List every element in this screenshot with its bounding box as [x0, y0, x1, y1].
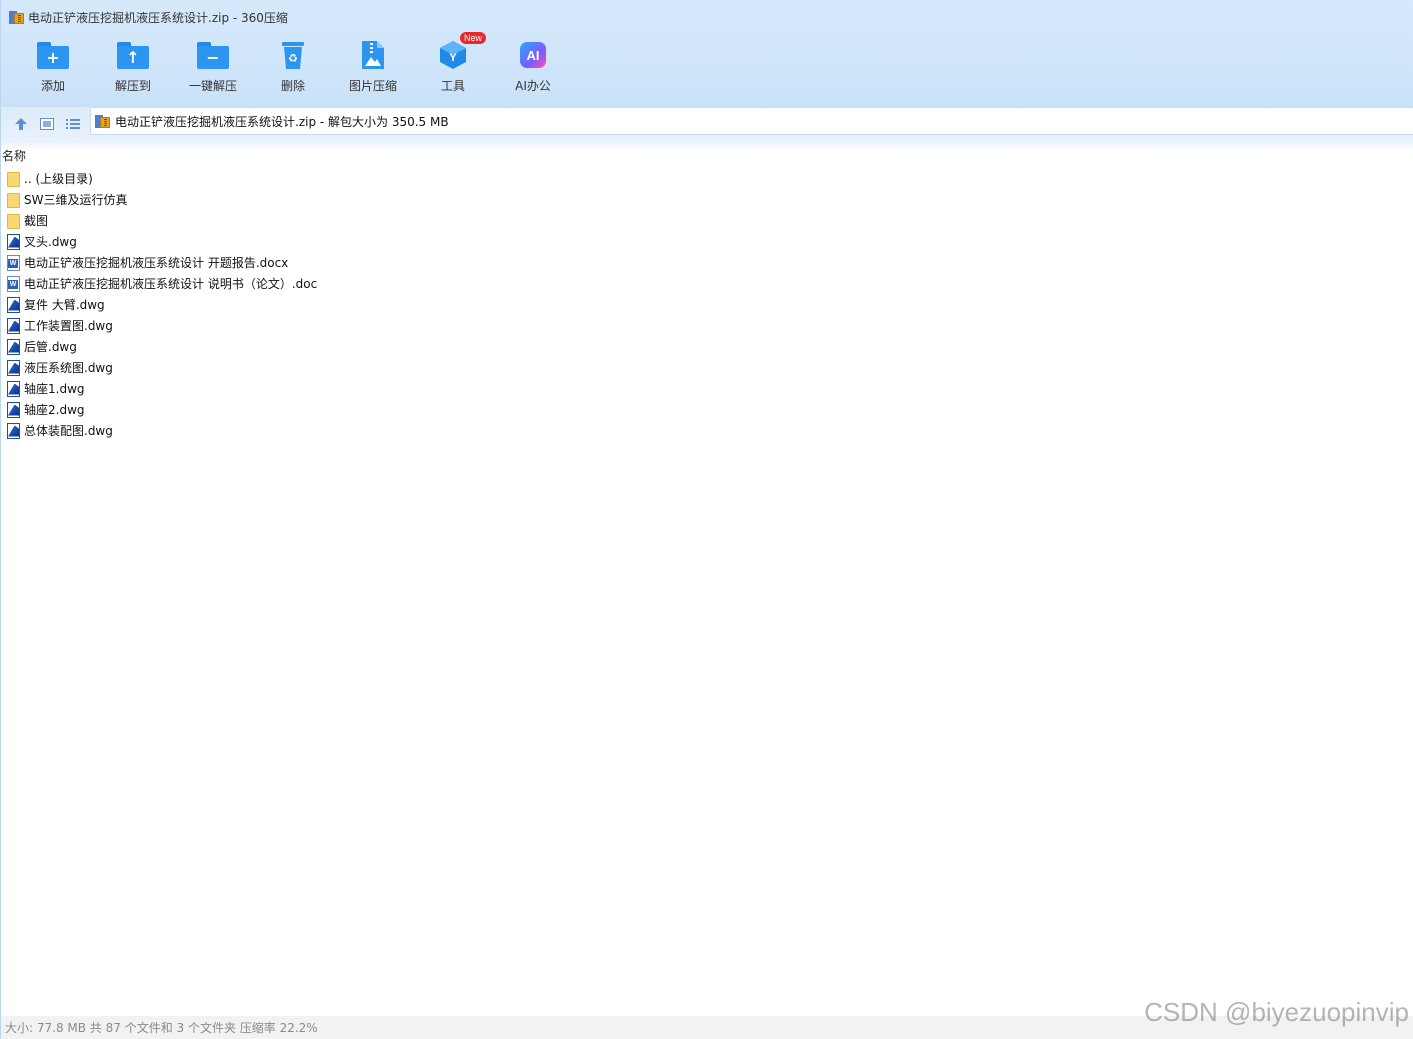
- toolbar-button-2[interactable]: − 一键解压: [173, 38, 253, 98]
- file-name: 叉头.dwg: [24, 235, 77, 249]
- word-document-icon: W: [6, 254, 21, 271]
- navigation-bar: 电动正铲液压挖掘机液压系统设计.zip - 解包大小为 350.5 MB: [1, 107, 1413, 143]
- toolbar-button-label: 删除: [280, 79, 305, 93]
- tools-icon: Y New: [436, 32, 486, 72]
- file-row[interactable]: W 电动正铲液压挖掘机液压系统设计 开题报告.docx: [6, 252, 1406, 273]
- thumbnail-view-icon[interactable]: [37, 114, 57, 134]
- file-name: 工作装置图.dwg: [24, 319, 113, 333]
- file-row[interactable]: 截图: [6, 210, 1406, 231]
- extract-to-icon: ↑: [116, 38, 150, 72]
- svg-text:Y: Y: [449, 52, 457, 64]
- file-name: 后管.dwg: [24, 340, 77, 354]
- new-badge: New: [459, 32, 486, 44]
- dwg-drawing-icon: [6, 359, 21, 376]
- toolbar-button-4[interactable]: 图片压缩: [333, 38, 413, 98]
- file-row[interactable]: 工作装置图.dwg: [6, 315, 1406, 336]
- add-folder-icon: +: [36, 38, 70, 72]
- zip-archive-icon: [9, 10, 24, 25]
- file-row[interactable]: SW三维及运行仿真: [6, 189, 1406, 210]
- file-name: .. (上级目录): [24, 172, 93, 186]
- up-arrow-icon[interactable]: [11, 114, 31, 134]
- dwg-drawing-icon: [6, 422, 21, 439]
- folder-icon: [6, 213, 21, 229]
- dwg-drawing-icon: [6, 401, 21, 418]
- image-compress-icon: [356, 38, 390, 72]
- file-name: 截图: [24, 214, 49, 228]
- file-name: 电动正铲液压挖掘机液压系统设计 说明书（论文）.doc: [24, 277, 318, 291]
- file-row[interactable]: 总体装配图.dwg: [6, 420, 1406, 441]
- title-bar: 电动正铲液压挖掘机液压系统设计.zip - 360压缩: [9, 8, 288, 26]
- toolbar-button-0[interactable]: + 添加: [13, 38, 93, 98]
- recycle-bin-icon: ♻: [276, 38, 310, 72]
- file-row[interactable]: 轴座2.dwg: [6, 399, 1406, 420]
- dwg-drawing-icon: [6, 380, 21, 397]
- ai-office-icon: AI: [516, 38, 550, 72]
- toolbar-button-3[interactable]: ♻ 删除: [253, 38, 333, 98]
- toolbar-button-label: 图片压缩: [348, 79, 397, 93]
- file-row[interactable]: 叉头.dwg: [6, 231, 1406, 252]
- svg-text:AI: AI: [527, 48, 540, 63]
- main-toolbar: + 添加 ↑ 解压到 − 一键解压 ♻ 删除 图片压缩 Y New 工具 AI AI办公: [13, 32, 573, 98]
- file-name: 轴座2.dwg: [24, 403, 85, 417]
- zip-archive-icon: [95, 114, 110, 129]
- title-toolbar-area: 电动正铲液压挖掘机液压系统设计.zip - 360压缩 + 添加 ↑ 解压到 − 一键解压…: [1, 0, 1413, 107]
- folder-icon: [6, 192, 21, 208]
- address-bar[interactable]: 电动正铲液压挖掘机液压系统设计.zip - 解包大小为 350.5 MB: [90, 107, 1413, 135]
- toolbar-button-1[interactable]: ↑ 解压到: [93, 38, 173, 98]
- file-row[interactable]: .. (上级目录): [6, 168, 1406, 189]
- app-window: 电动正铲液压挖掘机液压系统设计.zip - 360压缩 + 添加 ↑ 解压到 − 一键解压…: [0, 0, 1413, 1039]
- column-header-name[interactable]: 名称: [2, 147, 26, 163]
- one-click-extract-icon: −: [196, 38, 230, 72]
- toolbar-button-5[interactable]: Y New 工具: [413, 32, 493, 98]
- file-row[interactable]: W 电动正铲液压挖掘机液压系统设计 说明书（论文）.doc: [6, 273, 1406, 294]
- file-name: 电动正铲液压挖掘机液压系统设计 开题报告.docx: [24, 256, 289, 270]
- svg-text:♻: ♻: [288, 52, 298, 65]
- dwg-drawing-icon: [6, 317, 21, 334]
- dwg-drawing-icon: [6, 233, 21, 250]
- toolbar-button-label: 一键解压: [188, 79, 237, 93]
- status-text: 大小: 77.8 MB 共 87 个文件和 3 个文件夹 压缩率 22.2%: [5, 1021, 318, 1035]
- dwg-drawing-icon: [6, 338, 21, 355]
- list-view-icon[interactable]: [63, 114, 83, 134]
- file-name: 液压系统图.dwg: [24, 361, 113, 375]
- file-row[interactable]: 复件 大臂.dwg: [6, 294, 1406, 315]
- file-name: 总体装配图.dwg: [24, 424, 113, 438]
- word-document-icon: W: [6, 275, 21, 292]
- folder-icon: [6, 171, 21, 187]
- file-list: .. (上级目录) SW三维及运行仿真 截图 叉头.dwg W 电动正铲液压挖掘机液压系统…: [6, 168, 1406, 441]
- file-name: 复件 大臂.dwg: [24, 298, 105, 312]
- window-title: 电动正铲液压挖掘机液压系统设计.zip - 360压缩: [28, 10, 288, 25]
- file-row[interactable]: 轴座1.dwg: [6, 378, 1406, 399]
- toolbar-button-label: 添加: [40, 79, 65, 93]
- watermark: CSDN @biyezuopinvip: [1144, 997, 1409, 1027]
- file-name: SW三维及运行仿真: [24, 193, 128, 207]
- toolbar-button-label: 解压到: [114, 79, 151, 93]
- file-row[interactable]: 液压系统图.dwg: [6, 357, 1406, 378]
- dwg-drawing-icon: [6, 296, 21, 313]
- file-row[interactable]: 后管.dwg: [6, 336, 1406, 357]
- file-name: 轴座1.dwg: [24, 382, 85, 396]
- toolbar-button-6[interactable]: AI AI办公: [493, 38, 573, 98]
- toolbar-button-label: 工具: [440, 79, 465, 93]
- divider: [1, 143, 1413, 151]
- toolbar-button-label: AI办公: [515, 79, 551, 93]
- address-text: 电动正铲液压挖掘机液压系统设计.zip - 解包大小为 350.5 MB: [115, 114, 449, 129]
